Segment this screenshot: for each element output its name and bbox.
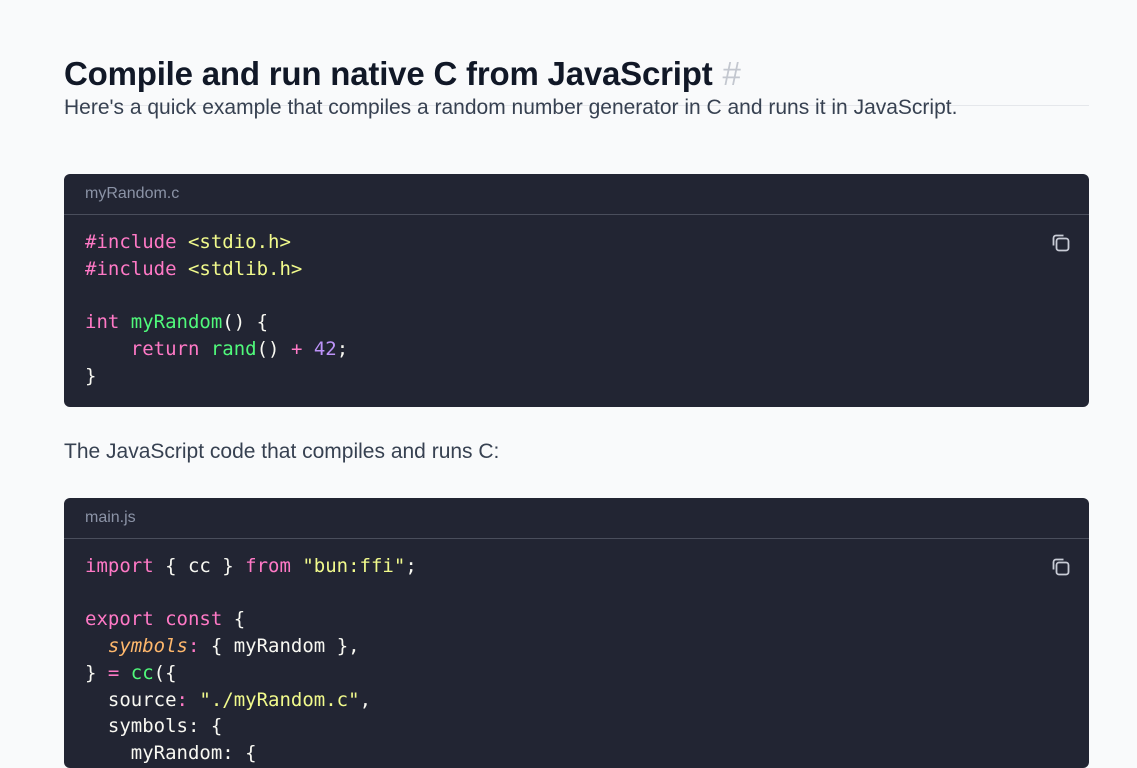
code-line: import { cc } from "bun:ffi"; [85,555,417,577]
code-line: source: "./myRandom.c", [85,688,372,711]
code-filename: myRandom.c [64,174,1089,215]
code-filename: main.js [64,498,1089,539]
code-block-js: main.js import { cc } from "bun:ffi"; ex… [64,498,1089,768]
code-content[interactable]: #include <stdio.h> #include <stdlib.h> i… [85,229,1089,389]
copy-icon [1052,234,1070,252]
code-line: } = cc({ [85,661,177,684]
copy-button[interactable] [1049,555,1075,581]
heading-anchor-link[interactable]: # [723,55,741,92]
code-content[interactable]: import { cc } from "bun:ffi"; export con… [85,553,1089,767]
code-line: symbols: { [85,715,223,738]
code-line: symbols: { myRandom }, [107,635,360,658]
code-line: export const { [85,608,246,631]
docs-page: Compile and run native C from JavaScript… [0,0,1137,768]
intro-paragraph: Here's a quick example that compiles a r… [64,96,958,119]
code-line: #include <stdio.h> [85,231,291,253]
middle-paragraph: The JavaScript code that compiles and ru… [64,440,500,463]
code-line: #include <stdlib.h> [85,257,303,280]
copy-icon [1052,558,1070,576]
code-line: } [85,364,97,387]
code-line: int myRandom() { [85,311,269,334]
copy-button[interactable] [1049,231,1075,257]
code-block-c: myRandom.c #include <stdio.h> #include <… [64,174,1089,407]
code-line: return rand() + 42; [130,337,349,360]
heading-text: Compile and run native C from JavaScript [64,55,713,93]
code-line: myRandom: { [85,741,257,764]
